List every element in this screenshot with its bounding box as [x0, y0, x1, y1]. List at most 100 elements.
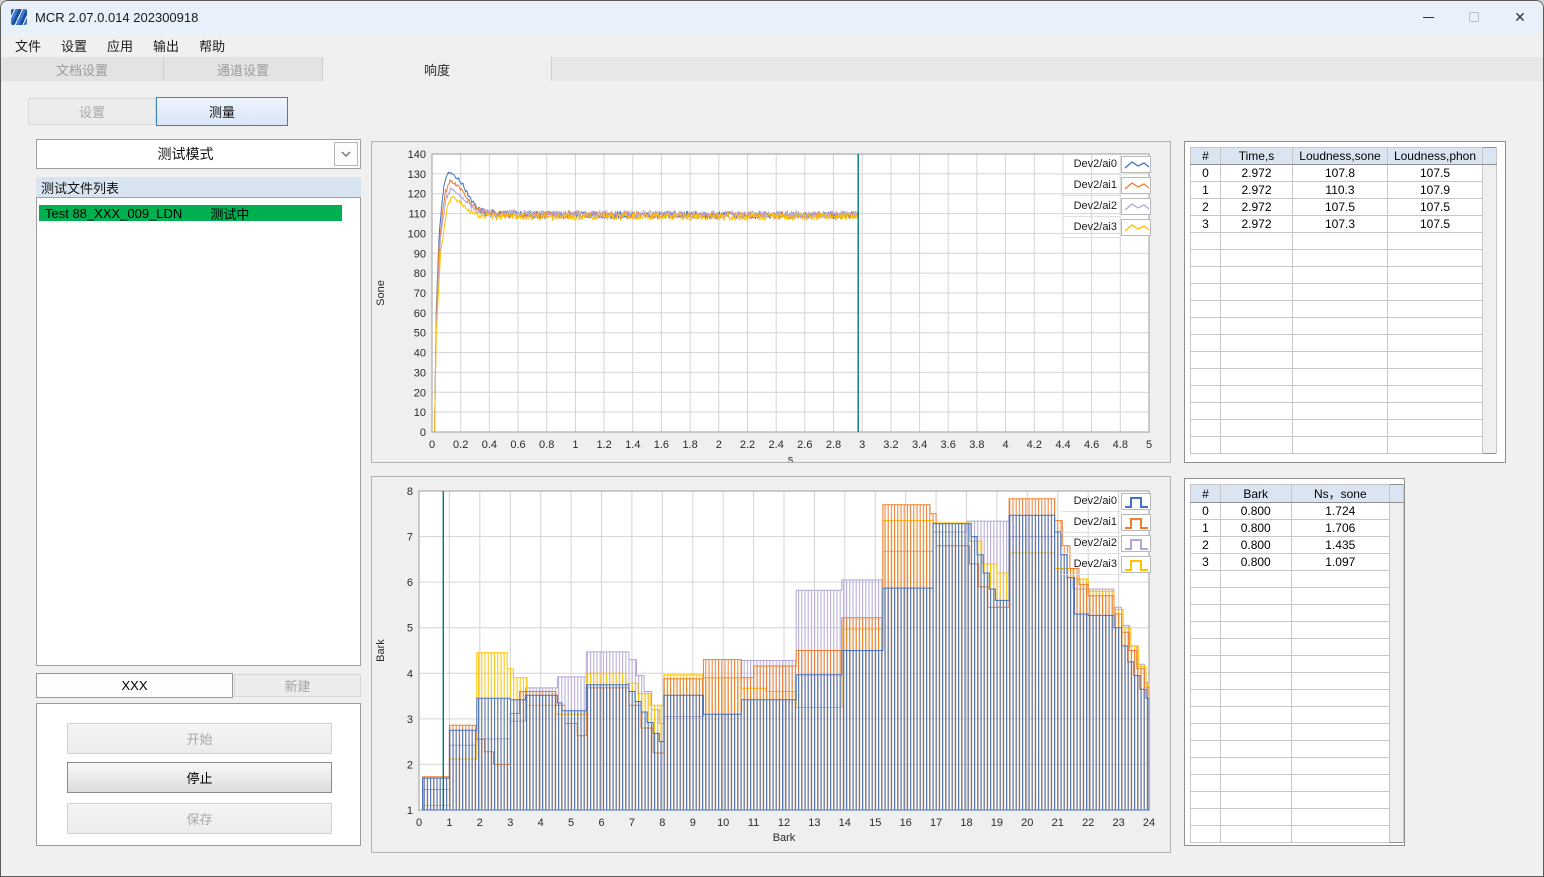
legend-label: Dev2/ai3	[1061, 217, 1121, 238]
svg-text:0: 0	[429, 439, 435, 451]
table-empty-row[interactable]	[1190, 774, 1404, 792]
table-row[interactable]: 3 2.972 107.3 107.5	[1190, 215, 1497, 233]
data-table[interactable]: # Bark Ns，sone 0 0.800 1.724 1 0.800 1.706 2 0.800…	[1190, 484, 1404, 843]
stop-button[interactable]: 停止	[67, 762, 332, 793]
table-empty-row[interactable]	[1190, 351, 1497, 369]
table-empty-row[interactable]	[1190, 672, 1404, 690]
table-empty-row[interactable]	[1190, 283, 1497, 301]
svg-text:6: 6	[598, 817, 604, 829]
tab-document-settings[interactable]: 文档设置	[1, 57, 164, 81]
svg-text:0.8: 0.8	[539, 439, 554, 451]
bark-chart-legend: Dev2/ai0 Dev2/ai1 Dev2/ai2 Dev2/ai3	[1061, 491, 1151, 575]
menu-help[interactable]: 帮助	[189, 34, 235, 57]
close-button[interactable]: ✕	[1497, 1, 1543, 33]
table-row[interactable]: 2 0.800 1.435	[1190, 536, 1404, 554]
table-empty-row[interactable]	[1190, 317, 1497, 335]
table-cell: 0.800	[1219, 536, 1292, 554]
bark-chart[interactable]: 0 1 2 3 4 5 6 7 8 9 10 11 12 13 14 15 16 17 18 19 20 21 22 23 24…	[372, 477, 1170, 852]
xxx-button[interactable]: XXX	[36, 673, 233, 698]
table-empty-row[interactable]	[1190, 655, 1404, 673]
svg-text:2.4: 2.4	[769, 439, 784, 451]
svg-text:14: 14	[839, 817, 851, 829]
legend-item[interactable]: Dev2/ai1	[1061, 175, 1151, 196]
legend-item[interactable]: Dev2/ai2	[1061, 533, 1151, 554]
table-row[interactable]: 1 0.800 1.706	[1190, 519, 1404, 537]
new-button[interactable]: 新建	[234, 674, 361, 697]
table-row[interactable]: 3 0.800 1.097	[1190, 553, 1404, 571]
svg-text:4: 4	[538, 817, 544, 829]
table-empty-row[interactable]	[1190, 334, 1497, 352]
menu-output[interactable]: 输出	[143, 34, 189, 57]
table-row[interactable]: 1 2.972 110.3 107.9	[1190, 181, 1497, 199]
table-empty-row[interactable]	[1190, 689, 1404, 707]
legend-swatch-icon	[1121, 219, 1151, 236]
start-button[interactable]: 开始	[67, 723, 332, 754]
svg-text:7: 7	[629, 817, 635, 829]
table-cell: 107.5	[1387, 198, 1483, 216]
table-row[interactable]: 2 2.972 107.5 107.5	[1190, 198, 1497, 216]
table-cell: 0	[1190, 164, 1221, 182]
table-empty-row[interactable]	[1190, 402, 1497, 420]
table-empty-row[interactable]	[1190, 385, 1497, 403]
table-empty-row[interactable]	[1190, 249, 1497, 267]
menu-file[interactable]: 文件	[5, 34, 51, 57]
legend-item[interactable]: Dev2/ai2	[1061, 196, 1151, 217]
table-empty-row[interactable]	[1190, 587, 1404, 605]
table-row[interactable]: 0 0.800 1.724	[1190, 502, 1404, 520]
legend-item[interactable]: Dev2/ai3	[1061, 217, 1151, 238]
legend-item[interactable]: Dev2/ai0	[1061, 154, 1151, 175]
svg-text:1: 1	[446, 817, 452, 829]
table-empty-row[interactable]	[1190, 825, 1404, 843]
table-empty-row[interactable]	[1190, 740, 1404, 758]
svg-text:3.4: 3.4	[912, 439, 927, 451]
list-item-test-file[interactable]: Test 88_XXX_009_LDN 测试中	[39, 205, 342, 222]
svg-text:4.8: 4.8	[1113, 439, 1128, 451]
bark-table-panel: # Bark Ns，sone 0 0.800 1.724 1 0.800 1.706 2 0.800…	[1184, 478, 1405, 846]
table-empty-row[interactable]	[1190, 706, 1404, 724]
tab-channel-settings[interactable]: 通道设置	[164, 57, 323, 81]
table-empty-row[interactable]	[1190, 570, 1404, 588]
legend-swatch-icon	[1121, 514, 1151, 531]
save-button[interactable]: 保存	[67, 803, 332, 834]
tab-loudness[interactable]: 响度	[323, 57, 552, 81]
test-file-listbox[interactable]: Test 88_XXX_009_LDN 测试中	[36, 197, 361, 666]
table-empty-row[interactable]	[1190, 723, 1404, 741]
table-empty-row[interactable]	[1190, 604, 1404, 622]
data-table[interactable]: # Time,s Loudness,sone Loudness,phon 0 2.972 1…	[1190, 147, 1497, 454]
loudness-time-chart[interactable]: 0 0.2 0.4 0.6 0.8 1 1.2 1.4 1.6 1.8 2 2.2 2.4 2.6 2.8 3…	[372, 142, 1170, 466]
table-row[interactable]: 0 2.972 107.8 107.5	[1190, 164, 1497, 182]
svg-text:11: 11	[748, 817, 759, 829]
table-empty-row[interactable]	[1190, 266, 1497, 284]
legend-swatch-icon	[1121, 177, 1151, 194]
legend-item[interactable]: Dev2/ai0	[1061, 491, 1151, 512]
table-empty-row[interactable]	[1190, 638, 1404, 656]
table-empty-row[interactable]	[1190, 368, 1497, 386]
legend-item[interactable]: Dev2/ai3	[1061, 554, 1151, 575]
table-empty-row[interactable]	[1190, 419, 1497, 437]
table-empty-row[interactable]	[1190, 791, 1404, 809]
svg-text:s: s	[788, 454, 794, 462]
measure-button[interactable]: 测量	[156, 97, 288, 126]
table-cell: 107.8	[1292, 164, 1388, 182]
table-empty-row[interactable]	[1190, 232, 1497, 250]
table-empty-row[interactable]	[1190, 436, 1497, 454]
file-status: 测试中	[210, 206, 250, 222]
svg-text:1.8: 1.8	[682, 439, 697, 451]
table-empty-row[interactable]	[1190, 621, 1404, 639]
table-header-cell: Loudness,phon	[1387, 147, 1483, 165]
chevron-down-icon[interactable]	[334, 142, 358, 166]
svg-text:2: 2	[716, 439, 722, 451]
svg-text:3.6: 3.6	[941, 439, 956, 451]
minimize-button[interactable]	[1405, 1, 1451, 33]
table-empty-row[interactable]	[1190, 757, 1404, 775]
svg-text:60: 60	[414, 308, 426, 320]
table-empty-row[interactable]	[1190, 808, 1404, 826]
settings-button[interactable]: 设置	[28, 98, 156, 125]
control-box: 开始 停止 保存	[36, 703, 361, 846]
legend-item[interactable]: Dev2/ai1	[1061, 512, 1151, 533]
maximize-button[interactable]	[1451, 1, 1497, 33]
menu-apply[interactable]: 应用	[97, 34, 143, 57]
table-empty-row[interactable]	[1190, 300, 1497, 318]
test-mode-dropdown[interactable]: 测试模式	[36, 139, 361, 169]
menu-settings[interactable]: 设置	[51, 34, 97, 57]
